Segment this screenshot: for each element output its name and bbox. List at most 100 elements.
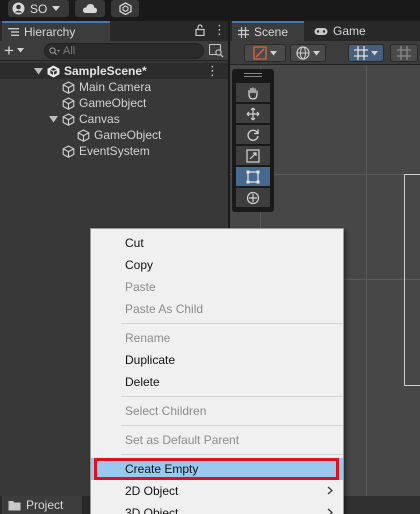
gameobject-cube-icon xyxy=(62,80,75,94)
menu-item-label: Copy xyxy=(125,258,154,272)
tree-item-canvas-gameobject[interactable]: GameObject xyxy=(77,127,161,143)
menu-separator xyxy=(121,425,343,426)
tree-item-scene[interactable]: SampleScene* ⋮ xyxy=(0,63,228,79)
folder-icon xyxy=(8,500,21,510)
menu-item-copy[interactable]: Copy xyxy=(91,254,343,276)
dropdown-arrow-icon xyxy=(16,48,24,53)
hierarchy-tab-bar: Hierarchy ⋮ xyxy=(0,21,228,41)
tab-scene[interactable]: Scene xyxy=(232,21,304,41)
search-by-type-icon[interactable] xyxy=(209,43,224,58)
tree-item-label: Canvas xyxy=(79,112,120,126)
menu-separator xyxy=(121,396,343,397)
package-icon xyxy=(118,2,132,15)
menu-item-label: Duplicate xyxy=(125,353,176,367)
scale-tool-button[interactable] xyxy=(236,146,270,165)
tree-item-gameobject[interactable]: GameObject xyxy=(62,95,146,111)
menu-item-label: Delete xyxy=(125,375,160,389)
tree-item-label: GameObject xyxy=(94,128,162,142)
gameobject-cube-icon xyxy=(62,96,75,110)
menu-item-delete[interactable]: Delete xyxy=(91,371,343,393)
rotate-icon xyxy=(247,129,259,141)
cloud-button[interactable] xyxy=(75,0,105,17)
plus-icon: + xyxy=(4,40,14,60)
draw-mode-button[interactable] xyxy=(244,44,286,62)
package-manager-button[interactable] xyxy=(111,0,139,17)
create-button[interactable]: + xyxy=(4,42,32,59)
increment-snap-button[interactable] xyxy=(390,44,418,62)
scene-grid-icon xyxy=(238,26,249,38)
move-icon xyxy=(246,107,260,120)
lock-icon[interactable] xyxy=(195,24,205,36)
project-tab-label: Project xyxy=(26,498,64,512)
tree-item-main-camera[interactable]: Main Camera xyxy=(62,79,151,95)
tree-item-label: Main Camera xyxy=(79,80,152,94)
tab-game[interactable]: Game xyxy=(308,21,378,41)
menu-item-2d-object[interactable]: 2D Object xyxy=(91,480,343,502)
gameobject-cube-icon xyxy=(77,128,90,142)
tree-item-canvas[interactable]: Canvas xyxy=(49,111,120,127)
tab-project[interactable]: Project xyxy=(2,496,82,514)
hierarchy-list-icon xyxy=(8,28,19,36)
unity-scene-icon xyxy=(47,65,60,77)
dropdown-arrow-icon xyxy=(313,50,320,55)
scene-toolbar xyxy=(230,41,420,65)
game-tab-label: Game xyxy=(333,24,366,38)
tree-item-label: EventSystem xyxy=(79,144,150,158)
menu-item-label: Paste xyxy=(125,280,156,294)
more-options-icon[interactable]: ⋮ xyxy=(213,23,226,37)
submenu-arrow-icon xyxy=(327,486,333,495)
menu-separator xyxy=(121,454,343,455)
rotate-tool-button[interactable] xyxy=(236,125,270,144)
menu-separator xyxy=(121,323,343,324)
menu-item-set-default-parent: Set as Default Parent xyxy=(91,429,343,451)
grid-snap-button[interactable] xyxy=(348,44,384,62)
highlight-outline xyxy=(94,458,339,480)
global-toggle-button[interactable] xyxy=(290,44,326,62)
drag-handle-icon[interactable] xyxy=(244,73,262,77)
menu-item-rename: Rename xyxy=(91,327,343,349)
gameobject-cube-icon xyxy=(62,112,75,126)
search-placeholder: All xyxy=(63,45,76,57)
account-button[interactable]: SO xyxy=(8,0,69,17)
hierarchy-tab-label: Hierarchy xyxy=(24,25,76,39)
menu-item-select-children: Select Children xyxy=(91,400,343,422)
menu-item-label: 2D Object xyxy=(125,484,179,498)
search-input[interactable]: All xyxy=(44,43,204,59)
hierarchy-toolbar: + All xyxy=(0,41,228,61)
account-label: SO xyxy=(30,1,48,16)
hand-icon xyxy=(248,87,258,100)
expand-arrow-icon[interactable] xyxy=(34,67,43,76)
menu-item-label: Cut xyxy=(125,236,144,250)
expand-arrow-icon[interactable] xyxy=(49,115,58,124)
transform-icon xyxy=(246,191,260,204)
menu-item-label: 3D Object xyxy=(125,506,179,514)
draw-mode-icon xyxy=(253,46,267,60)
account-icon xyxy=(12,2,25,15)
rect-tool-button[interactable] xyxy=(236,167,270,186)
tab-hierarchy[interactable]: Hierarchy xyxy=(2,21,110,41)
menu-item-label: Set as Default Parent xyxy=(125,433,240,447)
grid-line xyxy=(366,66,367,514)
menu-item-duplicate[interactable]: Duplicate xyxy=(91,349,343,371)
grid-snap-icon xyxy=(354,46,368,60)
gameobject-cube-icon xyxy=(62,144,75,158)
menu-item-label: Select Children xyxy=(125,404,207,418)
scene-more-icon[interactable]: ⋮ xyxy=(206,63,219,79)
search-icon xyxy=(49,46,60,55)
scene-tab-label: Scene xyxy=(254,25,289,39)
menu-item-paste: Paste xyxy=(91,276,343,298)
rect-tool-icon xyxy=(246,170,260,183)
menu-item-paste-as-child: Paste As Child xyxy=(91,298,343,320)
transform-tool-button[interactable] xyxy=(236,188,270,207)
move-tool-button[interactable] xyxy=(236,104,270,123)
top-toolbar: SO xyxy=(0,0,420,20)
dropdown-arrow-icon xyxy=(52,5,61,11)
globe-icon xyxy=(296,46,310,60)
tree-item-eventsystem[interactable]: EventSystem xyxy=(62,143,150,159)
menu-item-3d-object[interactable]: 3D Object xyxy=(91,502,343,514)
hand-tool-button[interactable] xyxy=(236,83,270,102)
menu-item-label: Rename xyxy=(125,331,171,345)
submenu-arrow-icon xyxy=(327,508,333,514)
cloud-icon xyxy=(82,4,98,13)
menu-item-cut[interactable]: Cut xyxy=(91,232,343,254)
